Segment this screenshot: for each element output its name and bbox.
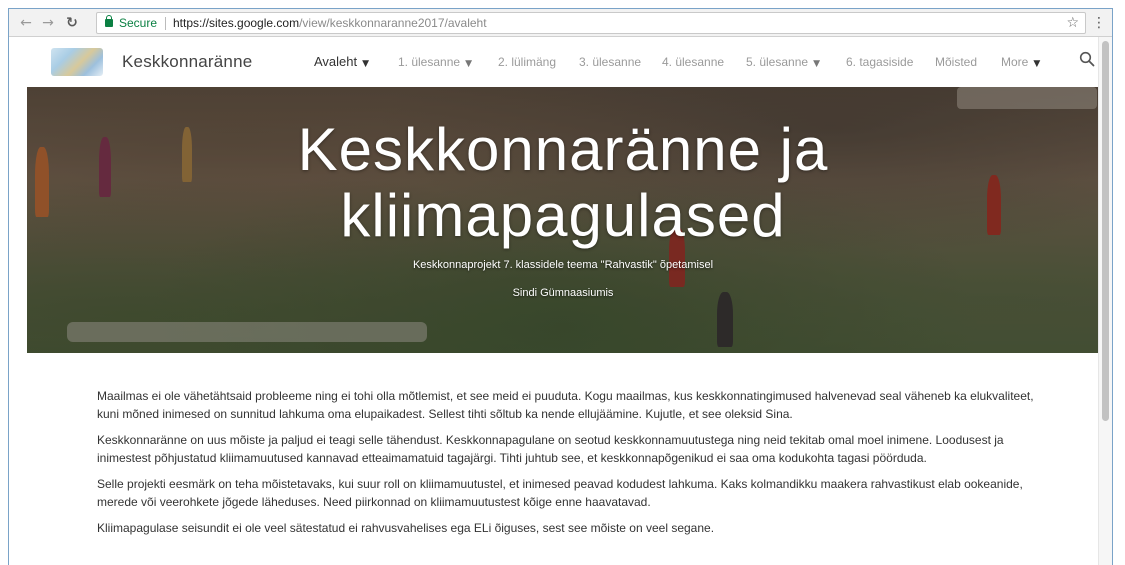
scrollbar-thumb[interactable] — [1102, 41, 1109, 421]
nav-item-label: 4. ülesanne — [662, 55, 725, 69]
star-icon[interactable]: ☆ — [1066, 13, 1079, 33]
nav-item-avaleht[interactable]: Avaleht ▼ — [314, 54, 369, 69]
url-text: https://sites.google.com/view/keskkonnar… — [173, 13, 487, 33]
lock-icon — [105, 15, 113, 27]
more-vertical-icon[interactable]: ⋮ — [1092, 14, 1106, 32]
nav-item-label: Avaleht — [314, 54, 358, 69]
nav-item-more[interactable]: More ▼ — [1001, 55, 1040, 69]
reload-icon[interactable]: ↻ — [63, 14, 81, 32]
site-title[interactable]: Keskkonnaränne — [122, 52, 252, 72]
url-path: /view/keskkonnaranne2017/avaleht — [299, 16, 487, 30]
back-arrow-icon[interactable]: ← — [17, 14, 35, 32]
nav-item-moisted[interactable]: Mõisted — [935, 55, 977, 69]
paragraph: Maailmas ei ole vähetähtsaid probleeme n… — [97, 389, 1034, 421]
hero-title-line-2: kliimapagulased — [340, 182, 786, 249]
chevron-down-icon: ▼ — [465, 59, 472, 69]
secure-label: Secure — [119, 16, 158, 30]
nav-item-ulesanne-4[interactable]: 4. ülesanne — [662, 55, 724, 69]
hero-subtitle: Keskkonnaprojekt 7. klassidele teema "Ra… — [412, 259, 714, 271]
paragraph: Selle projekti eesmärk on teha mõistetav… — [97, 477, 1023, 509]
nav-item-ulesanne-5[interactable]: 5. ülesanne ▼ — [746, 55, 820, 69]
nav-item-lulimang[interactable]: 2. lülimäng — [498, 55, 556, 69]
browser-toolbar: ← → ↻ Secure https://sites.google.com/vi… — [9, 9, 1112, 37]
nav-item-tagasiside[interactable]: 6. tagasiside — [846, 55, 913, 69]
paragraph: Keskkonnaränne on uus mõiste ja paljud e… — [97, 433, 1004, 465]
page-scrollbar[interactable] — [1098, 37, 1112, 565]
nav-item-label: 1. ülesanne — [398, 55, 461, 69]
chevron-down-icon: ▼ — [362, 59, 370, 69]
site-header: Keskkonnaränne Avaleht ▼ 1. ülesanne ▼ 2. … — [27, 37, 1099, 87]
hero-title: Keskkonnaränne ja kliimapagulased — [27, 117, 1099, 249]
omnibox-divider — [165, 17, 166, 30]
nav-item-label: 2. lülimäng — [498, 55, 557, 69]
nav-item-label: Mõisted — [935, 55, 978, 69]
nav-item-label: 5. ülesanne — [746, 55, 809, 69]
nav-item-ulesanne-1[interactable]: 1. ülesanne ▼ — [398, 55, 472, 69]
main-content: Maailmas ei ole vähetähtsaid probleeme n… — [97, 387, 1042, 545]
search-icon[interactable] — [1079, 51, 1095, 67]
chevron-down-icon: ▼ — [1033, 59, 1041, 69]
chevron-down-icon: ▼ — [813, 59, 820, 69]
forward-arrow-icon[interactable]: → — [39, 14, 57, 32]
address-bar[interactable]: Secure https://sites.google.com/view/kes… — [96, 12, 1086, 34]
nav-item-label: 6. tagasiside — [846, 55, 914, 69]
nav-item-label: More — [1001, 55, 1029, 69]
nav-item-label: 3. ülesanne — [579, 55, 642, 69]
hero-school: Sindi Gümnaasiumis — [512, 287, 614, 299]
url-host: https://sites.google.com — [173, 16, 300, 30]
nav-item-ulesanne-3[interactable]: 3. ülesanne — [579, 55, 641, 69]
site-logo[interactable] — [51, 48, 103, 76]
hero-banner: Keskkonnaränne ja kliimapagulased Keskko… — [27, 87, 1099, 353]
hero-title-line-1: Keskkonnaränne ja — [297, 116, 829, 183]
paragraph: Kliimapagulase seisundit ei ole veel sät… — [97, 521, 715, 535]
browser-window: ← → ↻ Secure https://sites.google.com/vi… — [8, 8, 1113, 565]
